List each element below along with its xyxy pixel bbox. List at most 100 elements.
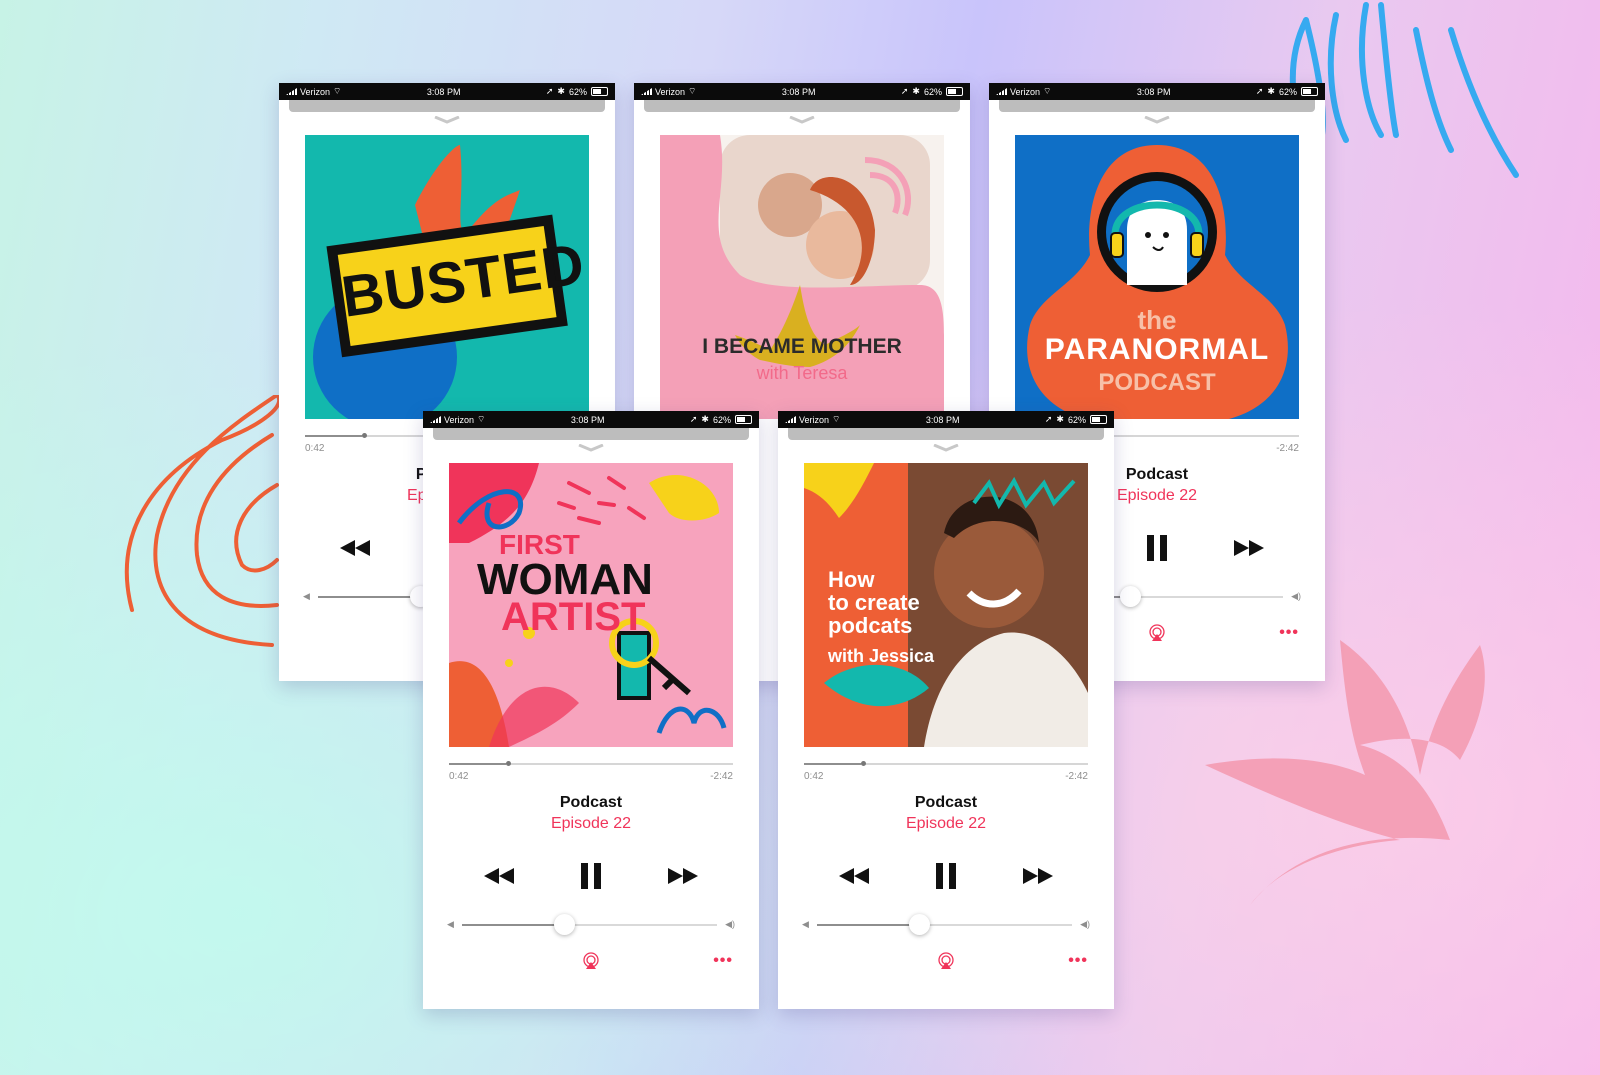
chevron-down-icon[interactable] [634, 112, 970, 128]
wifi-icon: ⌔ [333, 86, 342, 96]
pause-button[interactable] [929, 859, 963, 893]
album-art-paranormal: the PARANORMAL PODCAST [1015, 135, 1299, 419]
progress-knob[interactable] [860, 761, 866, 766]
status-bar: Verizon ⌔ 3:08 PM ➚ ✱ 62% [778, 411, 1114, 428]
volume-high-icon: ◀) [1080, 919, 1090, 929]
fast-forward-button[interactable] [666, 859, 700, 893]
pause-icon [581, 863, 601, 889]
artwork-subtitle: with Jessica [828, 646, 935, 666]
rewind-button[interactable] [338, 531, 372, 565]
rewind-button[interactable] [482, 859, 516, 893]
wifi-icon: ⌔ [832, 414, 841, 424]
battery-icon [590, 87, 608, 96]
chevron-down-icon[interactable] [989, 112, 1325, 128]
bluetooth-icon: ✱ [1056, 414, 1064, 424]
volume-fill [816, 923, 919, 926]
volume-high-icon: ◀) [1291, 591, 1301, 601]
chevron-down-icon[interactable] [279, 112, 615, 128]
fast-forward-button[interactable] [1232, 531, 1266, 565]
more-options-icon[interactable]: ••• [713, 953, 733, 969]
status-time: 3:08 PM [570, 414, 605, 425]
pause-icon [936, 863, 956, 889]
volume-fill [461, 923, 564, 926]
rewind-icon [839, 868, 869, 884]
sheet-handle[interactable] [433, 428, 749, 440]
wifi-icon: ⌔ [477, 414, 486, 424]
status-bar: Verizon ⌔ 3:08 PM ➚ ✱ 62% [634, 83, 970, 100]
volume-low-icon: ◀ [802, 919, 809, 929]
elapsed-time: 0:42 [804, 771, 824, 782]
sheet-handle[interactable] [999, 100, 1315, 112]
volume-control: ◀ ◀) [802, 913, 1090, 935]
fast-forward-icon [668, 868, 698, 884]
artwork-title-line1: the [1137, 305, 1177, 335]
status-bar: Verizon ⌔ 3:08 PM ➚ ✱ 62% [989, 83, 1325, 100]
album-art-create-podcasts: How to create podcats with Jessica [804, 463, 1088, 747]
progress-fill [449, 763, 506, 765]
album-art-mother: I BECAME MOTHER with Teresa [660, 135, 944, 419]
bluetooth-icon: ✱ [1267, 86, 1275, 96]
volume-slider[interactable] [816, 913, 1073, 935]
carrier-label: Verizon [1010, 86, 1041, 97]
wifi-icon: ⌔ [1043, 86, 1052, 96]
bluetooth-icon: ✱ [557, 86, 565, 96]
sheet-handle[interactable] [289, 100, 605, 112]
phone-player-create-podcasts: Verizon ⌔ 3:08 PM ➚ ✱ 62% How to create pod… [778, 411, 1114, 1009]
artwork-title: I BECAME MOTHER [702, 335, 902, 358]
progress-knob[interactable] [361, 433, 367, 438]
remaining-time: -2:42 [1065, 771, 1088, 782]
progress-track[interactable] [804, 761, 1088, 766]
volume-knob[interactable] [553, 913, 575, 935]
pause-button[interactable] [574, 859, 608, 893]
progress-track[interactable] [449, 761, 733, 766]
status-time: 3:08 PM [426, 86, 461, 97]
playback-controls [778, 859, 1114, 893]
volume-slider[interactable] [461, 913, 718, 935]
album-art-busted: BUSTED [305, 135, 589, 419]
fast-forward-button[interactable] [1021, 859, 1055, 893]
wifi-icon: ⌔ [688, 86, 697, 96]
elapsed-time: 0:42 [305, 443, 325, 454]
battery-icon [1089, 415, 1107, 424]
signal-icon [430, 416, 441, 423]
airplay-icon[interactable] [581, 951, 601, 971]
orange-scribble-decoration [124, 395, 281, 647]
location-icon: ➚ [689, 414, 698, 424]
artwork-title-line3: ARTIST [501, 595, 646, 639]
volume-knob[interactable] [1119, 585, 1141, 607]
artwork-title-line3: podcats [828, 613, 913, 638]
track-title: Podcast [559, 794, 623, 811]
chevron-down-icon[interactable] [423, 440, 759, 456]
status-bar: Verizon ⌔ 3:08 PM ➚ ✱ 62% [423, 411, 759, 428]
status-bar: Verizon ⌔ 3:08 PM ➚ ✱ 62% [279, 83, 615, 100]
battery-icon [734, 415, 752, 424]
location-icon: ➚ [900, 86, 909, 96]
status-time: 3:08 PM [925, 414, 960, 425]
location-icon: ➚ [545, 86, 554, 96]
rewind-button[interactable] [837, 859, 871, 893]
volume-knob[interactable] [908, 913, 930, 935]
track-subtitle: Episode 22 [905, 815, 987, 832]
more-options-icon[interactable]: ••• [1279, 625, 1299, 641]
progress-fill [305, 435, 362, 437]
more-options-icon[interactable]: ••• [1068, 953, 1088, 969]
track-subtitle: Episode 22 [550, 815, 632, 832]
battery-icon [945, 87, 963, 96]
sheet-handle[interactable] [788, 428, 1104, 440]
battery-percent: 62% [1067, 414, 1086, 425]
fast-forward-icon [1234, 540, 1264, 556]
volume-low-icon: ◀ [303, 591, 310, 601]
pause-button[interactable] [1140, 531, 1174, 565]
battery-icon [1300, 87, 1318, 96]
battery-percent: 62% [1278, 86, 1297, 97]
artwork-title-line3: PODCAST [1098, 369, 1216, 396]
elapsed-time: 0:42 [449, 771, 469, 782]
status-time: 3:08 PM [1136, 86, 1171, 97]
sheet-handle[interactable] [644, 100, 960, 112]
chevron-down-icon[interactable] [778, 440, 1114, 456]
progress-knob[interactable] [505, 761, 511, 766]
volume-control: ◀ ◀) [447, 913, 735, 935]
rewind-icon [340, 540, 370, 556]
airplay-icon[interactable] [936, 951, 956, 971]
airplay-icon[interactable] [1147, 623, 1167, 643]
